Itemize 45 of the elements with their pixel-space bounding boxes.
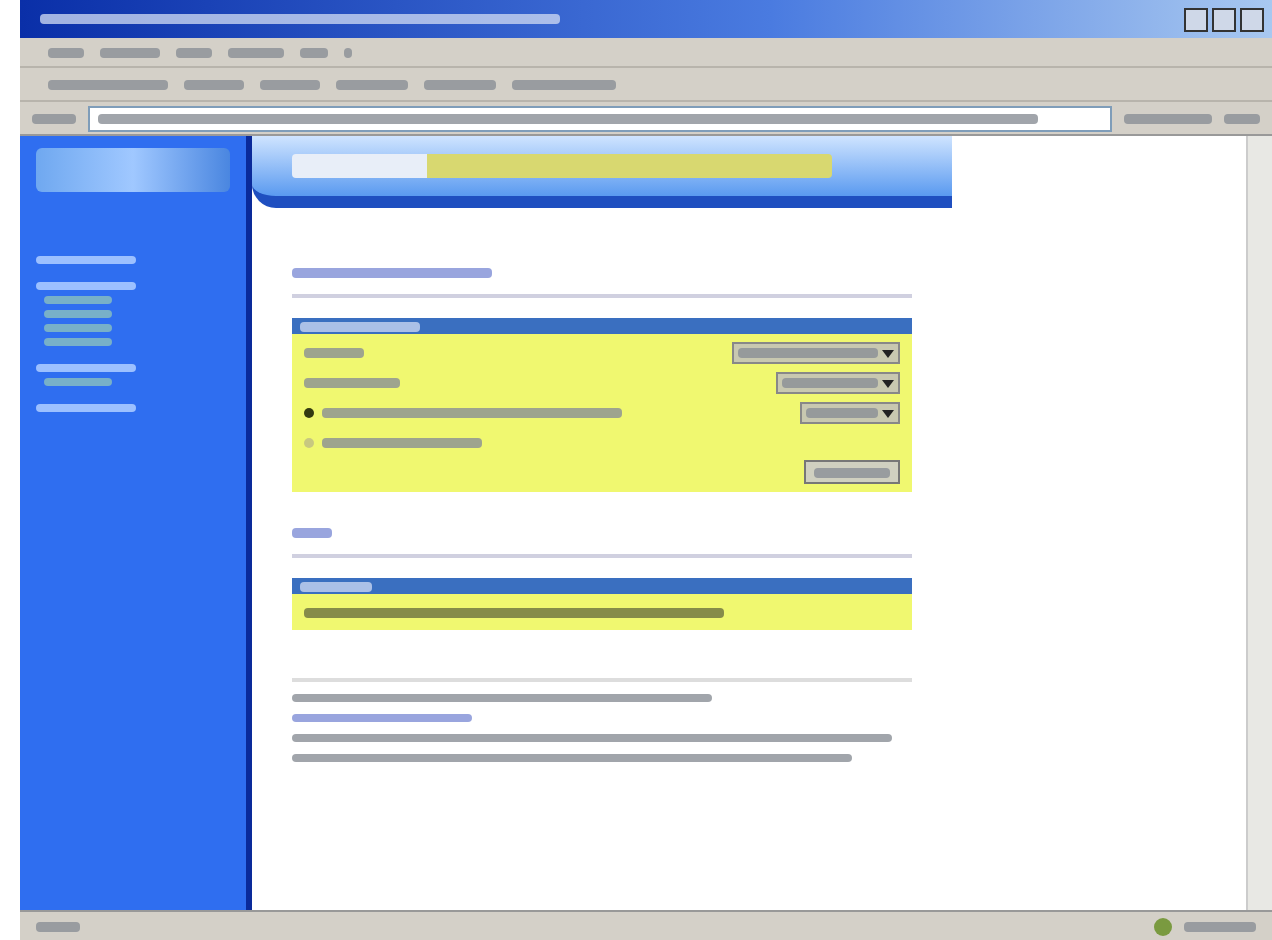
links-label: [1224, 113, 1260, 123]
illegible-status-text: [1184, 921, 1256, 931]
minimize-button[interactable]: [1184, 7, 1208, 31]
radio-button[interactable]: [304, 408, 314, 418]
illegible-link[interactable]: [292, 268, 492, 278]
scrollbar[interactable]: [1246, 136, 1272, 910]
illegible-button[interactable]: [804, 460, 900, 484]
illegible-link[interactable]: [292, 714, 472, 722]
address-field[interactable]: [88, 105, 1112, 131]
sidebar-heading: [36, 282, 136, 290]
illegible-menu-item[interactable]: [228, 47, 284, 57]
maximize-button[interactable]: [1212, 7, 1236, 31]
toolbar-buttons[interactable]: [424, 79, 496, 89]
toolbar-buttons[interactable]: [512, 79, 616, 89]
illegible-status-text: [36, 921, 80, 931]
caret-icon: [882, 379, 894, 387]
illegible-menu-item[interactable]: [300, 47, 328, 57]
go-button[interactable]: [1124, 113, 1212, 123]
toolbar-buttons[interactable]: [260, 79, 320, 89]
sidebar-link[interactable]: [44, 296, 112, 304]
toolbar-buttons[interactable]: [48, 79, 168, 89]
radio-button[interactable]: [304, 437, 314, 447]
dropdown[interactable]: [732, 342, 900, 364]
sidebar-heading: [36, 404, 136, 412]
sidebar-link[interactable]: [44, 338, 112, 346]
dropdown[interactable]: [776, 372, 900, 394]
address-label: [32, 113, 76, 123]
toolbar-buttons[interactable]: [336, 79, 408, 89]
illegible-menu-item[interactable]: [176, 47, 212, 57]
illegible-menu-item[interactable]: [344, 47, 352, 57]
illegible-link[interactable]: [292, 528, 332, 538]
illegible-label: [304, 378, 400, 388]
toolbar-buttons[interactable]: [184, 79, 244, 89]
sidebar-heading: [36, 256, 136, 264]
sidebar-link[interactable]: [44, 324, 112, 332]
dropdown[interactable]: [800, 402, 900, 424]
illegible-menu-item[interactable]: [100, 47, 160, 57]
illegible-menu-item[interactable]: [48, 47, 84, 57]
caret-icon: [882, 349, 894, 357]
sidebar-link[interactable]: [44, 378, 112, 386]
sidebar-link[interactable]: [44, 310, 112, 318]
illegible-label: [304, 348, 364, 358]
sidebar-heading: [36, 364, 136, 372]
close-button[interactable]: [1240, 7, 1264, 31]
caret-icon: [882, 409, 894, 417]
